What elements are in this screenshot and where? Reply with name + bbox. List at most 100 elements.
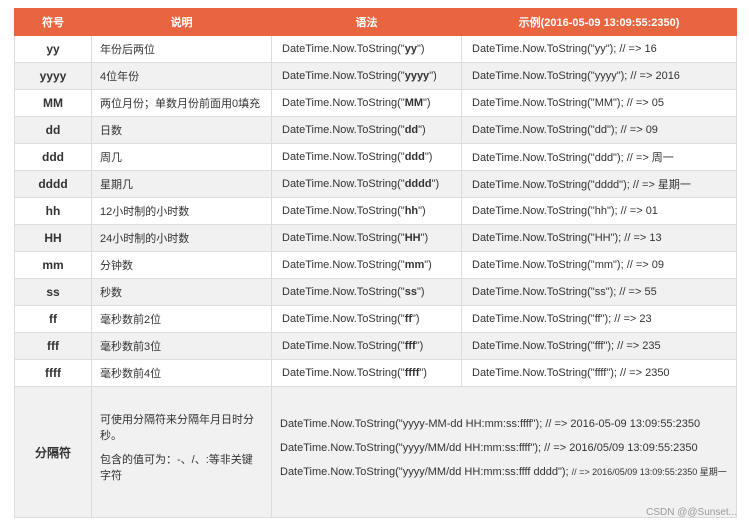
header-example: 示例(2016-05-09 13:09:55:2350) [461,8,737,36]
format-symbol: yy [14,35,92,63]
format-description: 分钟数 [91,251,272,279]
table-row: ff 毫秒数前2位 DateTime.Now.ToString("ff") Da… [14,305,737,333]
format-example: DateTime.Now.ToString("ff"); // => 23 [461,305,737,333]
format-symbol: ss [14,278,92,306]
syntax-code: ff [404,313,413,325]
separator-example: DateTime.Now.ToString("yyyy/MM/dd HH:mm:… [280,442,698,454]
table-row: ddd 周几 DateTime.Now.ToString("ddd") Date… [14,143,737,171]
syntax-suffix: ") [418,124,426,136]
table-row: mm 分钟数 DateTime.Now.ToString("mm") DateT… [14,251,737,279]
syntax-prefix: DateTime.Now.ToString(" [282,232,405,244]
format-description: 毫秒数前3位 [91,332,272,360]
format-example: DateTime.Now.ToString("hh"); // => 01 [461,197,737,225]
syntax-code: fff [404,340,416,352]
syntax-code: dddd [404,178,432,190]
format-example: DateTime.Now.ToString("ss"); // => 55 [461,278,737,306]
table-row: ss 秒数 DateTime.Now.ToString("ss") DateTi… [14,278,737,306]
format-symbol: MM [14,89,92,117]
syntax-code: MM [404,97,424,109]
format-description: 日数 [91,116,272,144]
syntax-prefix: DateTime.Now.ToString(" [282,70,405,82]
syntax-prefix: DateTime.Now.ToString(" [282,205,405,217]
syntax-suffix: ") [418,205,426,217]
format-syntax: DateTime.Now.ToString("ss") [271,278,462,306]
separator-symbol: 分隔符 [14,386,92,518]
format-syntax: DateTime.Now.ToString("dd") [271,116,462,144]
format-description: 毫秒数前4位 [91,359,272,387]
separator-example-code: DateTime.Now.ToString("yyyy/MM/dd HH:mm:… [280,466,572,478]
syntax-prefix: DateTime.Now.ToString(" [282,313,405,325]
format-syntax: DateTime.Now.ToString("MM") [271,89,462,117]
table-row: dd 日数 DateTime.Now.ToString("dd") DateTi… [14,116,737,144]
syntax-suffix: ") [424,151,433,163]
syntax-suffix: ") [424,259,432,271]
format-example: DateTime.Now.ToString("dddd"); // => 星期一 [461,170,737,198]
syntax-prefix: DateTime.Now.ToString(" [282,340,405,352]
syntax-code: yyyy [404,70,430,82]
format-description: 年份后两位 [91,35,272,63]
format-description: 12小时制的小时数 [91,197,272,225]
syntax-suffix: ") [415,340,424,352]
syntax-code: ffff [404,367,420,379]
format-example: DateTime.Now.ToString("yyyy"); // => 201… [461,62,737,90]
syntax-suffix: ") [416,43,425,55]
format-syntax: DateTime.Now.ToString("ff") [271,305,462,333]
header-description: 说明 [91,8,272,36]
format-syntax: DateTime.Now.ToString("fff") [271,332,462,360]
syntax-code: yy [404,43,417,55]
syntax-prefix: DateTime.Now.ToString(" [282,178,405,190]
format-description: 秒数 [91,278,272,306]
format-symbol: ff [14,305,92,333]
format-example: DateTime.Now.ToString("ffff"); // => 235… [461,359,737,387]
syntax-suffix: ") [412,313,420,325]
syntax-suffix: ") [416,286,425,298]
format-syntax: DateTime.Now.ToString("ddd") [271,143,462,171]
format-description: 星期几 [91,170,272,198]
table-row: fff 毫秒数前3位 DateTime.Now.ToString("fff") … [14,332,737,360]
syntax-prefix: DateTime.Now.ToString(" [282,259,405,271]
table-row: MM 两位月份；单数月份前面用0填充 DateTime.Now.ToString… [14,89,737,117]
separator-row: 分隔符 可使用分隔符来分隔年月日时分秒。 包含的值可为：-、/、:等非关键字符 … [14,386,737,518]
format-example: DateTime.Now.ToString("mm"); // => 09 [461,251,737,279]
format-symbol: dddd [14,170,92,198]
format-symbol: mm [14,251,92,279]
separator-example: DateTime.Now.ToString("yyyy/MM/dd HH:mm:… [280,464,728,481]
format-symbol: HH [14,224,92,252]
format-example: DateTime.Now.ToString("yy"); // => 16 [461,35,737,63]
format-example: DateTime.Now.ToString("ddd"); // => 周一 [461,143,737,171]
table-row: ffff 毫秒数前4位 DateTime.Now.ToString("ffff"… [14,359,737,387]
separator-example: DateTime.Now.ToString("yyyy-MM-dd HH:mm:… [280,418,701,430]
syntax-code: HH [404,232,421,244]
format-syntax: DateTime.Now.ToString("hh") [271,197,462,225]
format-syntax: DateTime.Now.ToString("HH") [271,224,462,252]
header-symbol: 符号 [14,8,92,36]
syntax-prefix: DateTime.Now.ToString(" [282,367,405,379]
separator-description: 可使用分隔符来分隔年月日时分秒。 包含的值可为：-、/、:等非关键字符 [91,386,272,518]
format-description: 毫秒数前2位 [91,305,272,333]
format-example: DateTime.Now.ToString("HH"); // => 13 [461,224,737,252]
syntax-prefix: DateTime.Now.ToString(" [282,124,405,136]
table-row: yyyy 4位年份 DateTime.Now.ToString("yyyy") … [14,62,737,90]
format-syntax: DateTime.Now.ToString("yy") [271,35,462,63]
header-syntax: 语法 [271,8,462,36]
separator-example-result: // => 2016/05/09 13:09:55:2350 星期一 [571,467,727,477]
format-syntax: DateTime.Now.ToString("ffff") [271,359,462,387]
format-symbol: dd [14,116,92,144]
format-example: DateTime.Now.ToString("MM"); // => 05 [461,89,737,117]
syntax-prefix: DateTime.Now.ToString(" [282,151,405,163]
format-description: 4位年份 [91,62,272,90]
separator-examples: DateTime.Now.ToString("yyyy-MM-dd HH:mm:… [271,386,737,518]
syntax-suffix: ") [419,367,427,379]
format-example: DateTime.Now.ToString("dd"); // => 09 [461,116,737,144]
format-symbol: ddd [14,143,92,171]
format-example: DateTime.Now.ToString("fff"); // => 235 [461,332,737,360]
table-row: dddd 星期几 DateTime.Now.ToString("dddd") D… [14,170,737,198]
table-row: hh 12小时制的小时数 DateTime.Now.ToString("hh")… [14,197,737,225]
syntax-suffix: ") [420,232,429,244]
syntax-code: hh [404,205,419,217]
syntax-code: ss [404,286,417,298]
format-symbol: hh [14,197,92,225]
syntax-suffix: ") [423,97,431,109]
table-row: yy 年份后两位 DateTime.Now.ToString("yy") Dat… [14,35,737,63]
header-row: 符号 说明 语法 示例(2016-05-09 13:09:55:2350) [14,8,737,36]
